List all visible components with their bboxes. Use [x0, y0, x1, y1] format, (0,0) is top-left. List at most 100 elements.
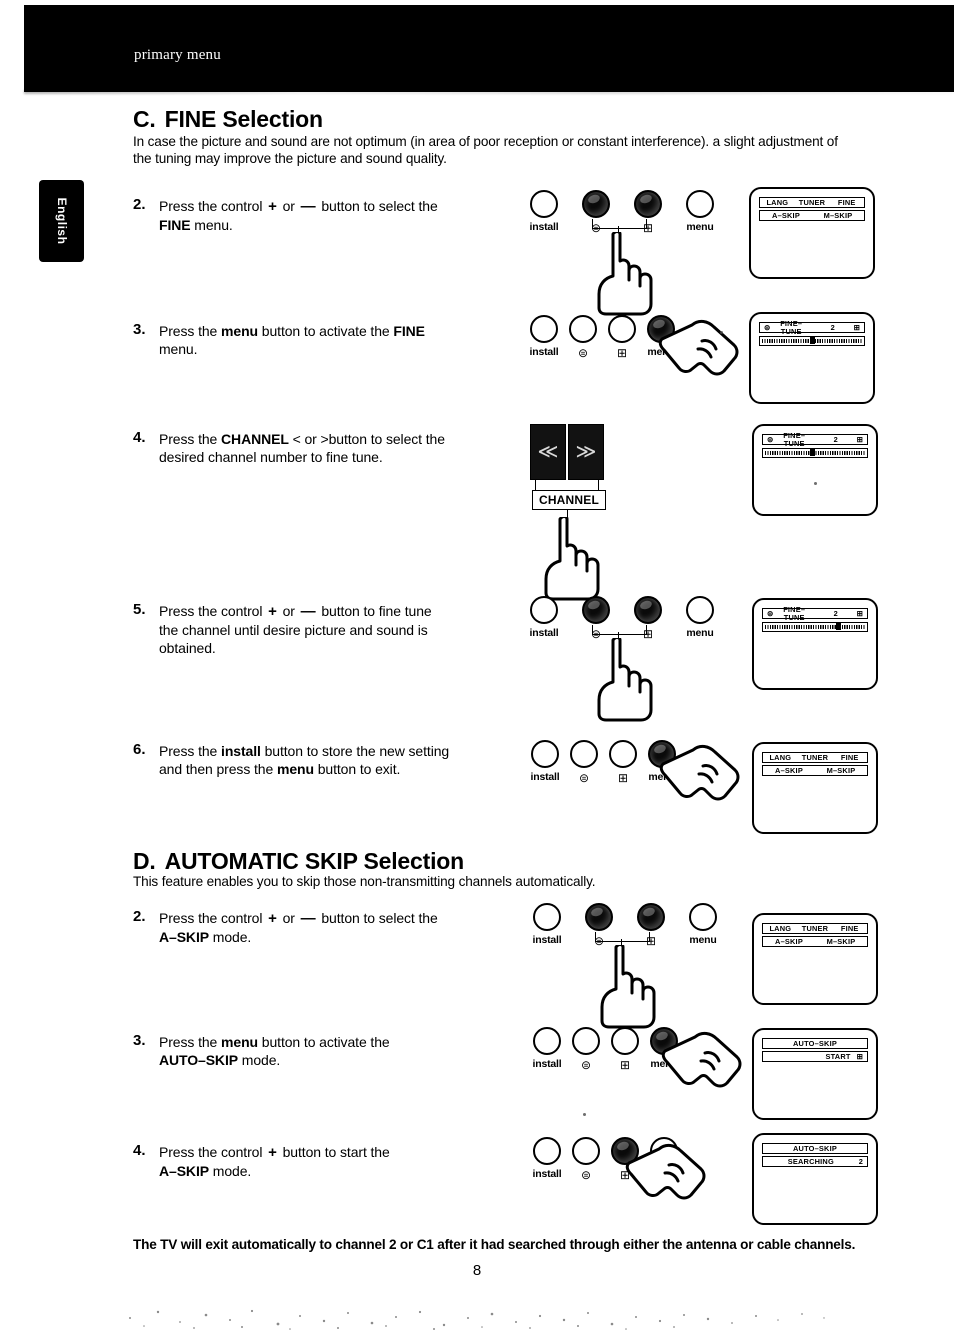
plus-symbol: + — [268, 910, 277, 927]
osd-row-2: A–SKIP M–SKIP — [762, 765, 868, 776]
step-c2-text: Press the control + or — button to selec… — [159, 197, 579, 234]
step-c5-t4: obtained. — [159, 640, 216, 656]
control-plus-button[interactable] — [634, 190, 662, 218]
tv-screen-main-menu-c2: LANG TUNER FINE A–SKIP M–SKIP — [749, 187, 875, 279]
step-d4-t1: Press the control — [159, 1144, 263, 1160]
install-button[interactable] — [533, 1137, 561, 1165]
scan-noise — [129, 1309, 825, 1330]
section-c-letter: C. — [133, 106, 156, 132]
channel-prev-icon: ≪ — [537, 441, 559, 463]
control-minus-button[interactable] — [572, 1027, 600, 1055]
step-c6-t1: Press the — [159, 743, 218, 759]
step-d3-t2: button to activate the — [261, 1034, 390, 1050]
plus-symbol: + — [268, 1144, 277, 1161]
control-minus-button[interactable] — [569, 315, 597, 343]
channel-up-button[interactable]: ≫ — [568, 424, 604, 480]
section-c-title: C. FINE Selection — [133, 106, 323, 133]
osd-row-2: A–SKIP M–SKIP — [759, 210, 865, 221]
osd-row-1: LANG TUNER FINE — [762, 752, 868, 763]
menu-button[interactable] — [689, 903, 717, 931]
step-c4-text: Press the CHANNEL < or >button to select… — [159, 430, 559, 466]
osd-channel-value: 2 — [830, 322, 835, 332]
install-button[interactable] — [531, 740, 559, 768]
step-d2-t1: Press the control — [159, 910, 263, 926]
minus-symbol: — — [300, 198, 316, 215]
install-button[interactable] — [530, 315, 558, 343]
step-c6-t4: button to exit. — [317, 761, 401, 777]
control-plus-button[interactable] — [608, 315, 636, 343]
step-d2-t2: button to select the — [321, 910, 438, 926]
control-minus-button[interactable] — [572, 1137, 600, 1165]
osd-tuner: TUNER — [801, 923, 829, 933]
section-d-title: D. AUTOMATIC SKIP Selection — [133, 848, 464, 875]
slider-thumb — [809, 449, 815, 457]
step-c4-number: 4. — [133, 429, 146, 446]
osd-fine-tune-slider — [759, 336, 865, 346]
control-plus-button[interactable] — [609, 740, 637, 768]
install-button[interactable] — [530, 190, 558, 218]
control-minus-button[interactable] — [570, 740, 598, 768]
language-tab-label: English — [54, 197, 69, 245]
step-c6-number: 6. — [133, 741, 146, 758]
menu-button[interactable] — [686, 596, 714, 624]
osd-lang: LANG — [769, 923, 792, 933]
control-plus-button[interactable] — [637, 903, 665, 931]
control-minus-button[interactable] — [585, 903, 613, 931]
step-d3-t1: Press the — [159, 1034, 218, 1050]
control-minus-button[interactable] — [582, 190, 610, 218]
section-c-intro: In case the picture and sound are not op… — [133, 134, 838, 166]
running-head: primary menu — [134, 47, 221, 63]
manual-page: primary menu English C. FINE Selection In… — [0, 0, 954, 1337]
control-minus-button[interactable] — [582, 596, 610, 624]
osd-row-2: A–SKIP M–SKIP — [762, 936, 868, 947]
tv-screen-fine-tune-c5: ⊜ FINE–TUNE 2 ⊞ — [752, 598, 878, 690]
osd-fine: FINE — [840, 923, 859, 933]
osd-right-arrow-icon: ⊞ — [853, 322, 860, 332]
osd-fine-tune-slider — [762, 622, 868, 632]
osd-fine-tune-row: ⊜ FINE–TUNE 2 ⊞ — [759, 319, 865, 335]
install-button[interactable] — [530, 596, 558, 624]
install-button[interactable] — [533, 1027, 561, 1055]
step-d3-t3: mode. — [241, 1052, 281, 1068]
slider-thumb — [809, 337, 815, 345]
control-plus-button[interactable] — [611, 1027, 639, 1055]
osd-tuner: TUNER — [801, 752, 829, 762]
pointing-hand-icon — [593, 638, 659, 722]
tv-screen-auto-skip-searching: AUTO–SKIP SEARCHING 2 — [752, 1133, 878, 1225]
menu-button[interactable] — [686, 190, 714, 218]
osd-mskip: M–SKIP — [823, 210, 853, 220]
control-plus-button[interactable] — [634, 596, 662, 624]
osd-fine: FINE — [837, 197, 856, 207]
osd-askip: A–SKIP — [772, 210, 800, 220]
plus-symbol: + — [268, 603, 277, 620]
channel-down-button[interactable]: ≪ — [530, 424, 566, 480]
step-c3-text: Press the menu button to activate the FI… — [159, 322, 579, 358]
scan-smear — [24, 90, 954, 94]
minus-symbol: — — [300, 603, 316, 620]
osd-fine-tune-slider — [762, 448, 868, 458]
gt-symbol: > — [320, 431, 329, 447]
pointing-hand-icon — [658, 317, 744, 381]
osd-right-arrow-icon: ⊞ — [856, 608, 863, 618]
osd-left-arrow-icon: ⊜ — [767, 434, 774, 444]
osd-auto-skip-title: AUTO–SKIP — [762, 1038, 868, 1049]
install-button[interactable] — [533, 903, 561, 931]
step-c5-number: 5. — [133, 601, 146, 618]
step-c4-kw1: CHANNEL — [221, 431, 289, 447]
minus-symbol: — — [300, 910, 316, 927]
osd-right-arrow-icon: ⊞ — [856, 1051, 863, 1061]
section-d-intro: This feature enables you to skip those n… — [133, 874, 596, 889]
step-c2-keyword: FINE — [159, 217, 191, 233]
step-c6-kw2: menu — [276, 761, 314, 777]
pointing-hand-icon — [540, 517, 606, 601]
pointing-hand-icon — [625, 1141, 711, 1205]
tv-screen-fine-tune-c3: ⊜ FINE–TUNE 2 ⊞ — [749, 312, 875, 404]
tv-screen-main-menu-c6: LANG TUNER FINE A–SKIP M–SKIP — [752, 742, 878, 834]
install-label: install — [529, 221, 559, 233]
osd-fine-tune-row: ⊜ FINE–TUNE 2 ⊞ — [762, 605, 868, 621]
step-d2-number: 2. — [133, 908, 146, 925]
osd-left-arrow-icon: ⊜ — [767, 608, 774, 618]
step-d4-t2: button to start the — [282, 1144, 390, 1160]
language-tab: English — [39, 180, 84, 262]
section-d-heading: AUTOMATIC SKIP Selection — [164, 848, 465, 874]
